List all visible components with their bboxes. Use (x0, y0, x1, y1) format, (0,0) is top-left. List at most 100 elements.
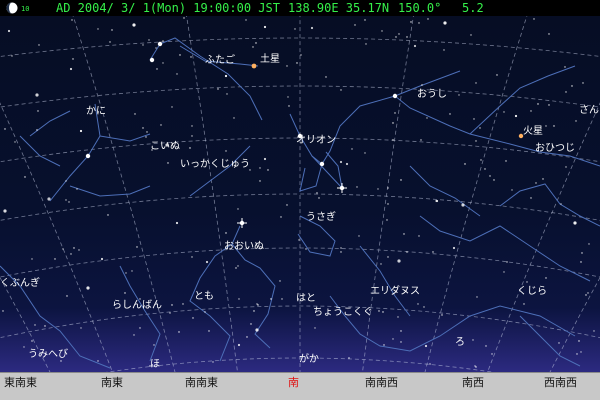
star (378, 310, 380, 312)
star (80, 327, 82, 329)
star (426, 117, 428, 119)
direction-sw[interactable]: 南西 (462, 376, 484, 390)
direction-se[interactable]: 南東 (101, 376, 123, 390)
label-ikkakujuu[interactable]: いっかくじゅう (180, 159, 250, 171)
star (294, 28, 296, 30)
star (24, 176, 26, 178)
label-gaga[interactable]: がか (299, 354, 319, 366)
label-futago[interactable]: ふたご (205, 55, 235, 67)
constellation-line (69, 185, 151, 197)
star (432, 251, 434, 253)
star (35, 93, 39, 97)
star (3, 209, 7, 213)
star (259, 180, 261, 182)
label-choukokugu[interactable]: ちょうこくぐ (313, 307, 373, 319)
star (65, 199, 67, 201)
star (580, 261, 582, 263)
planetarium-app: 10 AD 2004/ 3/ 1(Mon) 19:00:00 JST 138.9… (0, 0, 600, 400)
label-umihebi[interactable]: うみへび (28, 349, 68, 361)
label-tomo[interactable]: とも (194, 291, 214, 303)
direction-s[interactable]: 南 (288, 376, 299, 390)
azimuth-line (549, 276, 600, 372)
star (475, 366, 477, 368)
star (348, 357, 350, 359)
label-kani[interactable]: かに (86, 106, 106, 118)
star (358, 235, 360, 237)
star (189, 147, 191, 149)
label-ro[interactable]: ろ (455, 337, 465, 349)
star (171, 304, 173, 306)
label-ho[interactable]: ほ (150, 359, 160, 371)
label-orion[interactable]: オリオン (296, 135, 336, 147)
star (145, 136, 147, 138)
moon-phase-icon (6, 2, 18, 14)
star (441, 314, 443, 316)
location-text: 138.90E 35.17N (288, 1, 390, 15)
label-saturn[interactable]: 土星 (260, 54, 280, 66)
label-hato[interactable]: はと (296, 293, 316, 305)
star (585, 294, 587, 296)
star (212, 361, 214, 363)
star (204, 311, 206, 313)
label-ohitsuji[interactable]: おひつじ (535, 143, 575, 155)
star (400, 179, 402, 181)
star (71, 19, 73, 21)
star (124, 292, 126, 294)
label-koinu[interactable]: こいぬ (150, 141, 180, 153)
star (573, 221, 577, 225)
label-kubunki[interactable]: くぶんぎ (0, 278, 40, 290)
star (178, 331, 180, 333)
star (281, 298, 283, 300)
star (545, 125, 547, 127)
saturn-marker[interactable] (251, 63, 257, 69)
status-bar: 10 AD 2004/ 3/ 1(Mon) 19:00:00 JST 138.9… (0, 0, 600, 16)
constellation-line (321, 70, 461, 165)
star (530, 110, 532, 112)
label-rashinban[interactable]: らしんばん (112, 300, 162, 312)
star (109, 41, 111, 43)
star (398, 33, 400, 35)
star (400, 330, 402, 332)
star (257, 304, 259, 306)
star (479, 127, 481, 129)
star (255, 42, 257, 44)
label-usagi[interactable]: うさぎ (306, 212, 336, 224)
star (392, 338, 394, 340)
star (576, 353, 578, 355)
star (235, 267, 237, 269)
label-oushi[interactable]: おうし (417, 89, 447, 101)
star (134, 113, 136, 115)
label-kujira[interactable]: くじら (517, 286, 547, 298)
star (225, 232, 227, 234)
star (526, 281, 528, 283)
star (217, 88, 219, 90)
star (470, 34, 472, 36)
star (340, 89, 342, 91)
sky-view[interactable]: ふたご かに こいぬ いっかくじゅう オリオン おうし おひつじ さん うさぎ … (0, 16, 600, 372)
star (571, 85, 573, 87)
direction-ese[interactable]: 東南東 (4, 376, 37, 390)
star (564, 66, 566, 68)
star (485, 345, 487, 347)
star (208, 330, 210, 332)
star (142, 44, 144, 46)
label-ooinu[interactable]: おおいぬ (224, 241, 264, 253)
constellation-line (469, 65, 576, 135)
star (256, 303, 258, 305)
label-san[interactable]: さん (579, 105, 599, 117)
label-mars[interactable]: 火星 (523, 126, 543, 138)
star (387, 203, 389, 205)
direction-sse[interactable]: 南南東 (185, 376, 218, 390)
star (410, 21, 412, 23)
direction-wsw[interactable]: 西南西 (544, 376, 577, 390)
star (263, 157, 267, 161)
star (233, 117, 235, 119)
bright-star (319, 161, 325, 167)
star (418, 235, 420, 237)
label-eridanus[interactable]: エリダヌス (370, 286, 420, 298)
direction-ssw[interactable]: 南南西 (365, 376, 398, 390)
azimuth-line (0, 102, 113, 372)
star (386, 219, 388, 221)
star (192, 317, 194, 319)
star (226, 93, 228, 95)
